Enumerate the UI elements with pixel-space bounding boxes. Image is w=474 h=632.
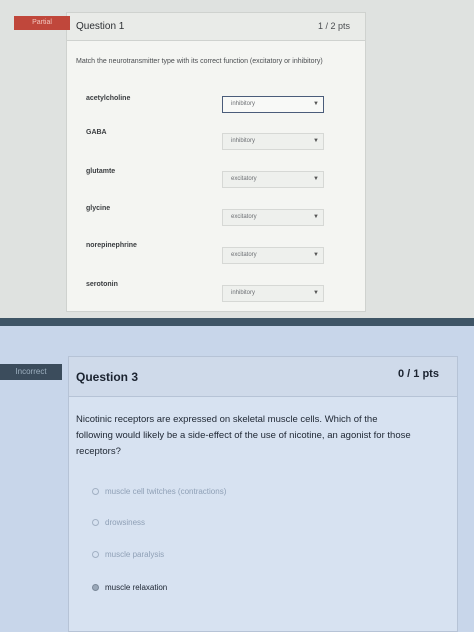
answer-option[interactable]: muscle cell twitches (contractions) <box>92 487 226 496</box>
chevron-down-icon: ▼ <box>313 290 319 296</box>
radio-icon[interactable] <box>92 519 99 527</box>
question-3-points: 0 / 1 pts <box>398 368 439 380</box>
chevron-down-icon: ▼ <box>313 214 319 220</box>
select-value: excitatory <box>231 176 257 182</box>
match-term-glutamte: glutamte <box>86 168 116 175</box>
question-1-points: 1 / 2 pts <box>318 21 351 31</box>
match-select-serotonin[interactable]: inhibitory ▼ <box>222 285 324 302</box>
chevron-down-icon: ▼ <box>313 252 319 258</box>
question-1-panel <box>0 0 474 318</box>
answer-label: drowsiness <box>105 518 146 527</box>
match-term-gaba: GABA <box>86 129 107 136</box>
question-1-prompt: Match the neurotransmitter type with its… <box>76 58 323 65</box>
select-value: excitatory <box>231 214 257 220</box>
select-value: inhibitory <box>231 290 256 296</box>
match-term-norepinephrine: norepinephrine <box>86 242 137 249</box>
select-value: excitatory <box>231 252 257 258</box>
match-select-glycine[interactable]: excitatory ▼ <box>222 209 324 226</box>
match-select-glutamte[interactable]: excitatory ▼ <box>222 171 324 188</box>
answer-option[interactable]: muscle paralysis <box>92 550 164 559</box>
question-1-title: Question 1 <box>76 21 125 32</box>
match-select-acetylcholine[interactable]: inhibitory ▼ <box>222 96 324 113</box>
chevron-down-icon: ▼ <box>313 101 319 107</box>
select-value: inhibitory <box>231 138 256 144</box>
radio-icon[interactable] <box>92 551 99 559</box>
match-term-serotonin: serotonin <box>86 281 118 288</box>
answer-label: muscle cell twitches (contractions) <box>105 487 227 496</box>
radio-icon[interactable] <box>92 488 99 496</box>
radio-icon[interactable] <box>92 584 99 592</box>
match-term-acetylcholine: acetylcholine <box>86 95 131 102</box>
chevron-down-icon: ▼ <box>313 176 319 182</box>
match-select-gaba[interactable]: inhibitory ▼ <box>222 133 324 150</box>
answer-option[interactable]: drowsiness <box>92 518 145 527</box>
answer-label: muscle relaxation <box>105 583 168 592</box>
answer-option-selected[interactable]: muscle relaxation <box>92 583 167 592</box>
question-3-title: Question 3 <box>76 370 139 384</box>
partial-badge: Partial <box>14 16 70 30</box>
incorrect-badge: Incorrect <box>0 364 62 380</box>
question-3-prompt: Nicotinic receptors are expressed on ske… <box>76 414 411 457</box>
match-term-glycine: glycine <box>86 205 111 212</box>
chevron-down-icon: ▼ <box>313 138 319 144</box>
select-value: inhibitory <box>231 101 256 107</box>
answer-label: muscle paralysis <box>105 550 165 559</box>
match-select-norepinephrine[interactable]: excitatory ▼ <box>222 247 324 264</box>
